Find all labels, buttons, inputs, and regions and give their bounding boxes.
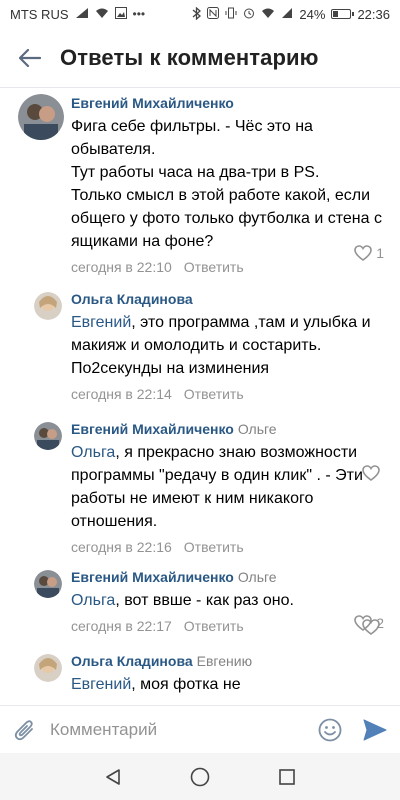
comment-text: Ольга, вот ввше - как раз оно. (71, 592, 294, 609)
like-count: 1 (376, 245, 384, 261)
reply-to-label[interactable]: Ольге (238, 421, 277, 437)
app-header: Ответы к комментарию (0, 28, 400, 88)
reply-to-label[interactable]: Ольге (238, 569, 277, 585)
comment-time: сегодня в 22:16 (71, 539, 172, 555)
send-icon (363, 719, 387, 740)
avatar[interactable] (34, 292, 62, 320)
comment-text: Евгений, моя фотка не (71, 676, 241, 693)
battery-percent: 24% (299, 6, 326, 22)
avatar[interactable] (34, 654, 62, 682)
image-notification-icon (114, 7, 127, 21)
heart-icon (362, 619, 380, 635)
comment-time: сегодня в 22:17 (71, 618, 172, 634)
reply-button[interactable]: Ответить (184, 618, 244, 634)
mention-link[interactable]: Ольга (71, 444, 115, 461)
wifi-signal-icon (261, 7, 275, 21)
wifi-icon (95, 7, 109, 21)
comment-composer (0, 705, 400, 753)
avatar[interactable] (34, 570, 62, 598)
cell-signal-icon (281, 7, 293, 21)
triangle-back-icon (106, 768, 121, 785)
signal-icon (75, 7, 89, 21)
attach-button[interactable] (0, 718, 50, 742)
reply-button[interactable]: Ответить (184, 386, 244, 402)
reply-to-label[interactable]: Евгению (197, 653, 252, 669)
clock: 22:36 (357, 6, 390, 22)
avatar[interactable] (18, 94, 64, 140)
bluetooth-icon (192, 6, 202, 22)
mention-link[interactable]: Ольга (71, 592, 115, 609)
comment-author[interactable]: Ольга Кладинова (71, 653, 193, 669)
smiley-icon (318, 718, 342, 741)
status-bar: MTS RUS ••• 24% 22:36 (0, 0, 400, 28)
comment-time: сегодня в 22:10 (71, 259, 172, 275)
alarm-icon (243, 7, 255, 21)
paperclip-icon (14, 719, 33, 740)
comment-author[interactable]: Евгений Михайличенко (71, 421, 234, 437)
comments-list: Евгений Михайличенко Фига себе фильтры. … (0, 88, 400, 708)
comment-author[interactable]: Ольга Кладинова (71, 291, 193, 307)
nfc-icon (207, 7, 220, 21)
like-button[interactable] (362, 619, 384, 635)
mention-link[interactable]: Евгений (71, 314, 131, 331)
more-dots-icon: ••• (132, 7, 146, 21)
back-button[interactable] (0, 28, 60, 88)
comment-text: Ольга, я прекрасно знаю возможности прог… (71, 444, 363, 530)
battery-icon (331, 9, 355, 19)
circle-home-icon (190, 767, 210, 786)
comment-author[interactable]: Евгений Михайличенко (71, 569, 234, 585)
page-title: Ответы к комментарию (60, 44, 319, 70)
heart-icon (354, 245, 373, 261)
comment-text: Фига себе фильтры. - Чёс это на обывател… (71, 118, 382, 250)
reply-button[interactable]: Ответить (184, 259, 244, 275)
nav-back-button[interactable] (93, 757, 133, 797)
like-button[interactable]: 1 (354, 245, 384, 261)
send-button[interactable] (350, 719, 400, 741)
avatar[interactable] (34, 422, 62, 450)
back-arrow-icon (19, 48, 41, 67)
carrier-label: MTS RUS (10, 6, 69, 22)
mention-link[interactable]: Евгений (71, 676, 131, 693)
reply-button[interactable]: Ответить (184, 539, 244, 555)
nav-home-button[interactable] (180, 757, 220, 797)
comment-input[interactable] (50, 719, 310, 740)
vibrate-icon (225, 7, 237, 21)
emoji-button[interactable] (310, 718, 350, 742)
square-recents-icon (278, 768, 295, 785)
comment-author[interactable]: Евгений Михайличенко (71, 95, 234, 111)
nav-recents-button[interactable] (267, 757, 307, 797)
comment-text: Евгений, это программа ,там и улыбка и м… (71, 314, 371, 377)
comment-time: сегодня в 22:14 (71, 386, 172, 402)
system-nav-bar (0, 753, 400, 800)
